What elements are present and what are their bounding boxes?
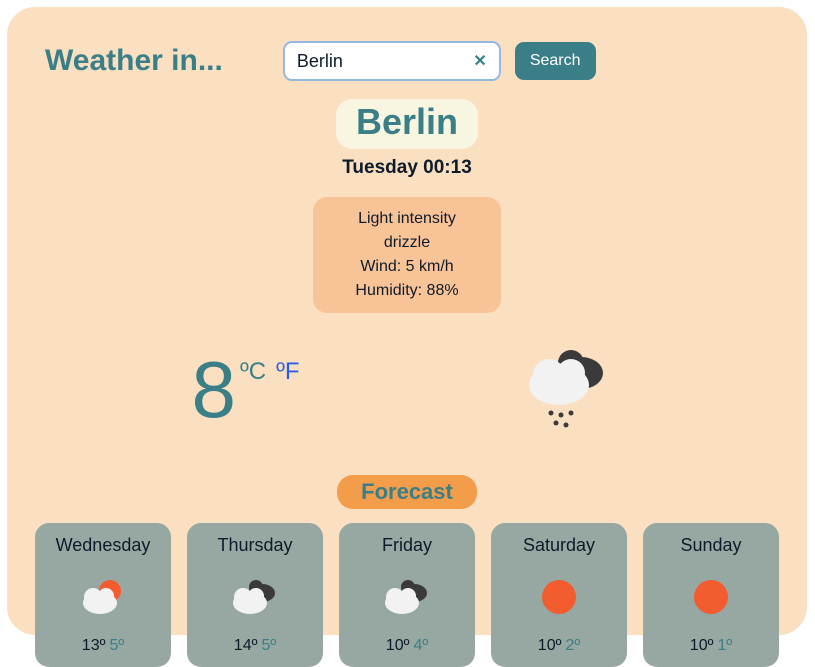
search-box[interactable]: ✕ — [283, 41, 501, 81]
forecast-card: Wednesday 13º5º — [35, 523, 171, 667]
current-weather-icon — [513, 335, 623, 445]
forecast-low: 5º — [261, 637, 276, 654]
forecast-temps: 10º1º — [690, 637, 732, 655]
forecast-card: Sunday 10º1º — [643, 523, 779, 667]
forecast-day: Sunday — [680, 535, 741, 556]
unit-celsius[interactable]: ºC — [240, 358, 266, 386]
unit-fahrenheit[interactable]: ºF — [276, 358, 299, 386]
humidity-info: Humidity: 88% — [333, 279, 481, 303]
forecast-label-row: Forecast — [35, 475, 779, 509]
forecast-temps: 10º4º — [386, 637, 428, 655]
sunny-icon — [686, 575, 736, 619]
forecast-temps: 10º2º — [538, 637, 580, 655]
forecast-high: 14º — [234, 637, 258, 654]
forecast-temps: 13º5º — [82, 637, 124, 655]
search-input[interactable] — [297, 51, 457, 72]
temperature-block: 8 ºC ºF — [191, 350, 299, 430]
current-row: 8 ºC ºF — [35, 335, 779, 445]
weather-app: Weather in... ✕ Search Berlin Tuesday 00… — [7, 7, 807, 635]
forecast-card: Saturday 10º2º — [491, 523, 627, 667]
forecast-low: 4º — [413, 637, 428, 654]
forecast-day: Wednesday — [56, 535, 151, 556]
page-title: Weather in... — [45, 44, 223, 78]
sunny-icon — [534, 575, 584, 619]
city-name: Berlin — [336, 99, 478, 149]
city-row: Berlin — [35, 99, 779, 149]
forecast-low: 5º — [109, 637, 124, 654]
forecast-card: Thursday 14º5º — [187, 523, 323, 667]
forecast-row: Wednesday13º5ºThursday14º5ºFriday10º4ºSa… — [35, 523, 779, 667]
forecast-high: 10º — [386, 637, 410, 654]
cloudy-icon — [382, 575, 432, 619]
forecast-day: Thursday — [217, 535, 292, 556]
partly-cloudy-icon — [78, 575, 128, 619]
header: Weather in... ✕ Search — [35, 41, 779, 81]
weather-description: Light intensity drizzle — [333, 207, 481, 255]
wind-info: Wind: 5 km/h — [333, 255, 481, 279]
forecast-day: Saturday — [523, 535, 595, 556]
forecast-day: Friday — [382, 535, 432, 556]
search-wrap: ✕ Search — [283, 41, 596, 81]
conditions-box: Light intensity drizzle Wind: 5 km/h Hum… — [313, 197, 501, 313]
forecast-card: Friday 10º4º — [339, 523, 475, 667]
forecast-high: 13º — [82, 637, 106, 654]
forecast-temps: 14º5º — [234, 637, 276, 655]
temperature-value: 8 — [191, 350, 236, 430]
forecast-low: 2º — [565, 637, 580, 654]
forecast-label: Forecast — [337, 475, 477, 509]
cloudy-icon — [230, 575, 280, 619]
datetime: Tuesday 00:13 — [35, 157, 779, 179]
forecast-high: 10º — [538, 637, 562, 654]
unit-toggle: ºC ºF — [240, 358, 300, 386]
forecast-high: 10º — [690, 637, 714, 654]
forecast-low: 1º — [717, 637, 732, 654]
clear-icon[interactable]: ✕ — [473, 51, 486, 71]
search-button[interactable]: Search — [515, 42, 596, 80]
